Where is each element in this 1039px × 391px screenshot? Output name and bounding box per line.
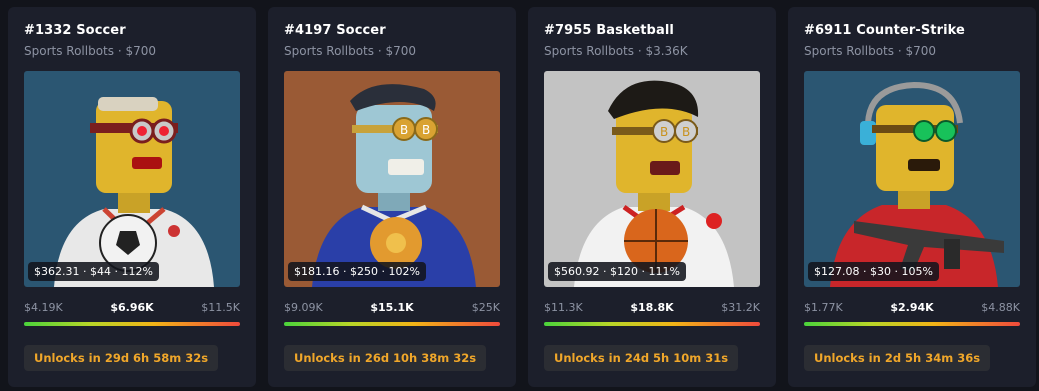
- price-range: $4.19K $6.96K $11.5K: [24, 301, 240, 317]
- price-gradient-bar: [24, 322, 240, 326]
- card-subtitle: Sports Rollbots · $700: [284, 44, 416, 58]
- card-subtitle: Sports Rollbots · $3.36K: [544, 44, 688, 58]
- price-gradient-bar: [544, 322, 760, 326]
- price-high: $31.2K: [721, 301, 760, 314]
- nft-card[interactable]: #6911 Counter-Strike Sports Rollbots · $…: [788, 7, 1036, 387]
- nft-image[interactable]: $127.08 · $30 · 105%: [804, 71, 1020, 287]
- counter-strike-rollbot-illustration: [830, 81, 1004, 287]
- card-title: #1332 Soccer: [24, 23, 126, 38]
- nft-card[interactable]: #1332 Soccer Sports Rollbots · $700 $362…: [8, 7, 256, 387]
- stats-badge: $362.31 · $44 · 112%: [28, 262, 159, 281]
- unlock-timer: Unlocks in 24d 5h 10m 31s: [544, 345, 739, 371]
- stats-badge: $181.16 · $250 · 102%: [288, 262, 426, 281]
- price-mid: $15.1K: [370, 301, 414, 314]
- svg-text:B: B: [422, 123, 430, 137]
- card-title: #7955 Basketball: [544, 23, 674, 38]
- nft-card[interactable]: #7955 Basketball Sports Rollbots · $3.36…: [528, 7, 776, 387]
- unlock-timer: Unlocks in 29d 6h 58m 32s: [24, 345, 219, 371]
- price-range: $11.3K $18.8K $31.2K: [544, 301, 760, 317]
- price-high: $11.5K: [201, 301, 240, 314]
- soccer-rollbot-illustration: B B: [312, 84, 476, 287]
- nft-image[interactable]: B B $181.16 · $250 · 102%: [284, 71, 500, 287]
- svg-text:B: B: [400, 123, 408, 137]
- stats-badge: $560.92 · $120 · 111%: [548, 262, 686, 281]
- card-subtitle: Sports Rollbots · $700: [24, 44, 156, 58]
- nft-card[interactable]: #4197 Soccer Sports Rollbots · $700 B B …: [268, 7, 516, 387]
- basketball-rollbot-illustration: B B: [574, 80, 734, 287]
- price-high: $4.88K: [981, 301, 1020, 314]
- nft-image[interactable]: B B $560.92 · $120 · 111%: [544, 71, 760, 287]
- card-subtitle: Sports Rollbots · $700: [804, 44, 936, 58]
- nft-image[interactable]: $362.31 · $44 · 112%: [24, 71, 240, 287]
- price-high: $25K: [471, 301, 500, 314]
- svg-text:B: B: [660, 125, 668, 139]
- card-title: #6911 Counter-Strike: [804, 23, 965, 38]
- price-range: $1.77K $2.94K $4.88K: [804, 301, 1020, 317]
- card-title: #4197 Soccer: [284, 23, 386, 38]
- stats-badge: $127.08 · $30 · 105%: [808, 262, 939, 281]
- price-range: $9.09K $15.1K $25K: [284, 301, 500, 317]
- price-gradient-bar: [804, 322, 1020, 326]
- unlock-timer: Unlocks in 26d 10h 38m 32s: [284, 345, 487, 371]
- unlock-timer: Unlocks in 2d 5h 34m 36s: [804, 345, 991, 371]
- soccer-rollbot-illustration: [54, 97, 214, 287]
- svg-text:B: B: [682, 125, 690, 139]
- price-gradient-bar: [284, 322, 500, 326]
